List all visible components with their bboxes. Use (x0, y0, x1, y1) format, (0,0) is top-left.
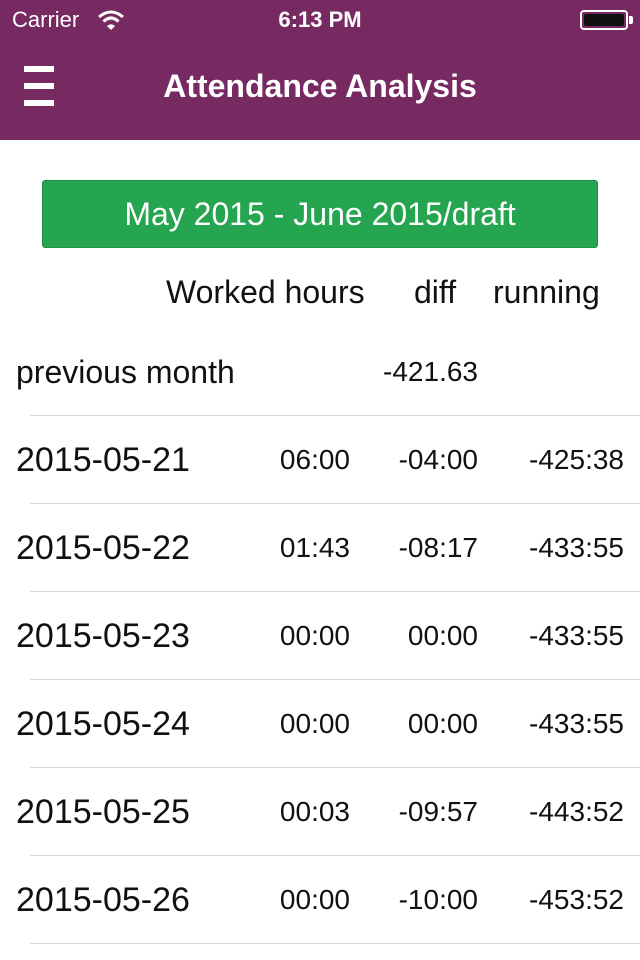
previous-month-row: previous month -421.63 (0, 328, 640, 416)
status-time: 6:13 PM (278, 7, 362, 32)
column-header-diff: diff (414, 274, 457, 310)
row-running: -433:55 (529, 708, 624, 739)
row-date: 2015-05-26 (16, 881, 190, 919)
previous-month-value: -421.63 (383, 356, 478, 387)
previous-month-label: previous month (16, 354, 235, 390)
row-worked-hours: 00:00 (279, 620, 350, 651)
table-row[interactable]: 2015-05-23 00:00 00:00 -433:55 (0, 592, 640, 680)
page-title: Attendance Analysis (163, 68, 477, 104)
row-worked-hours: 06:00 (279, 444, 350, 475)
row-running: -443:52 (529, 796, 624, 827)
row-diff: 00:00 (407, 708, 478, 739)
table-row[interactable]: 2015-05-24 00:00 00:00 -433:55 (0, 680, 640, 768)
column-header-worked-hours: Worked hours (166, 274, 365, 310)
row-running: -433:55 (529, 620, 624, 651)
header: Carrier 6:13 PM Attendance Analysis (0, 0, 640, 140)
row-separator (30, 943, 640, 944)
row-running: -433:55 (529, 532, 624, 563)
column-header-running: running (493, 274, 600, 310)
row-date: 2015-05-23 (16, 617, 190, 655)
battery-tip (629, 16, 633, 24)
row-diff: 00:00 (407, 620, 478, 651)
row-diff: -10:00 (398, 884, 478, 915)
row-worked-hours: 00:03 (279, 796, 350, 827)
app-screen: Carrier 6:13 PM Attendance Analysis May … (0, 0, 640, 960)
row-running: -453:52 (529, 884, 624, 915)
row-worked-hours: 00:00 (279, 884, 350, 915)
row-date: 2015-05-25 (16, 793, 190, 831)
row-date: 2015-05-24 (16, 705, 190, 743)
table-row[interactable]: 2015-05-22 01:43 -08:17 -433:55 (0, 504, 640, 592)
row-diff: -09:57 (398, 796, 478, 827)
period-select-button[interactable]: May 2015 - June 2015/draft (42, 180, 598, 248)
row-date: 2015-05-21 (16, 441, 190, 479)
table-row[interactable]: 2015-05-21 06:00 -04:00 -425:38 (0, 416, 640, 504)
row-date: 2015-05-22 (16, 529, 190, 567)
row-diff: -08:17 (398, 532, 478, 563)
table-row[interactable]: 2015-05-26 00:00 -10:00 -453:52 (0, 856, 640, 944)
battery-level (584, 14, 624, 26)
battery-icon (580, 10, 628, 30)
row-worked-hours: 00:00 (279, 708, 350, 739)
status-bar: Carrier 6:13 PM (0, 0, 640, 40)
row-running: -425:38 (529, 444, 624, 475)
table-row[interactable]: 2015-05-25 00:03 -09:57 -443:52 (0, 768, 640, 856)
row-diff: -04:00 (398, 444, 478, 475)
row-worked-hours: 01:43 (279, 532, 350, 563)
